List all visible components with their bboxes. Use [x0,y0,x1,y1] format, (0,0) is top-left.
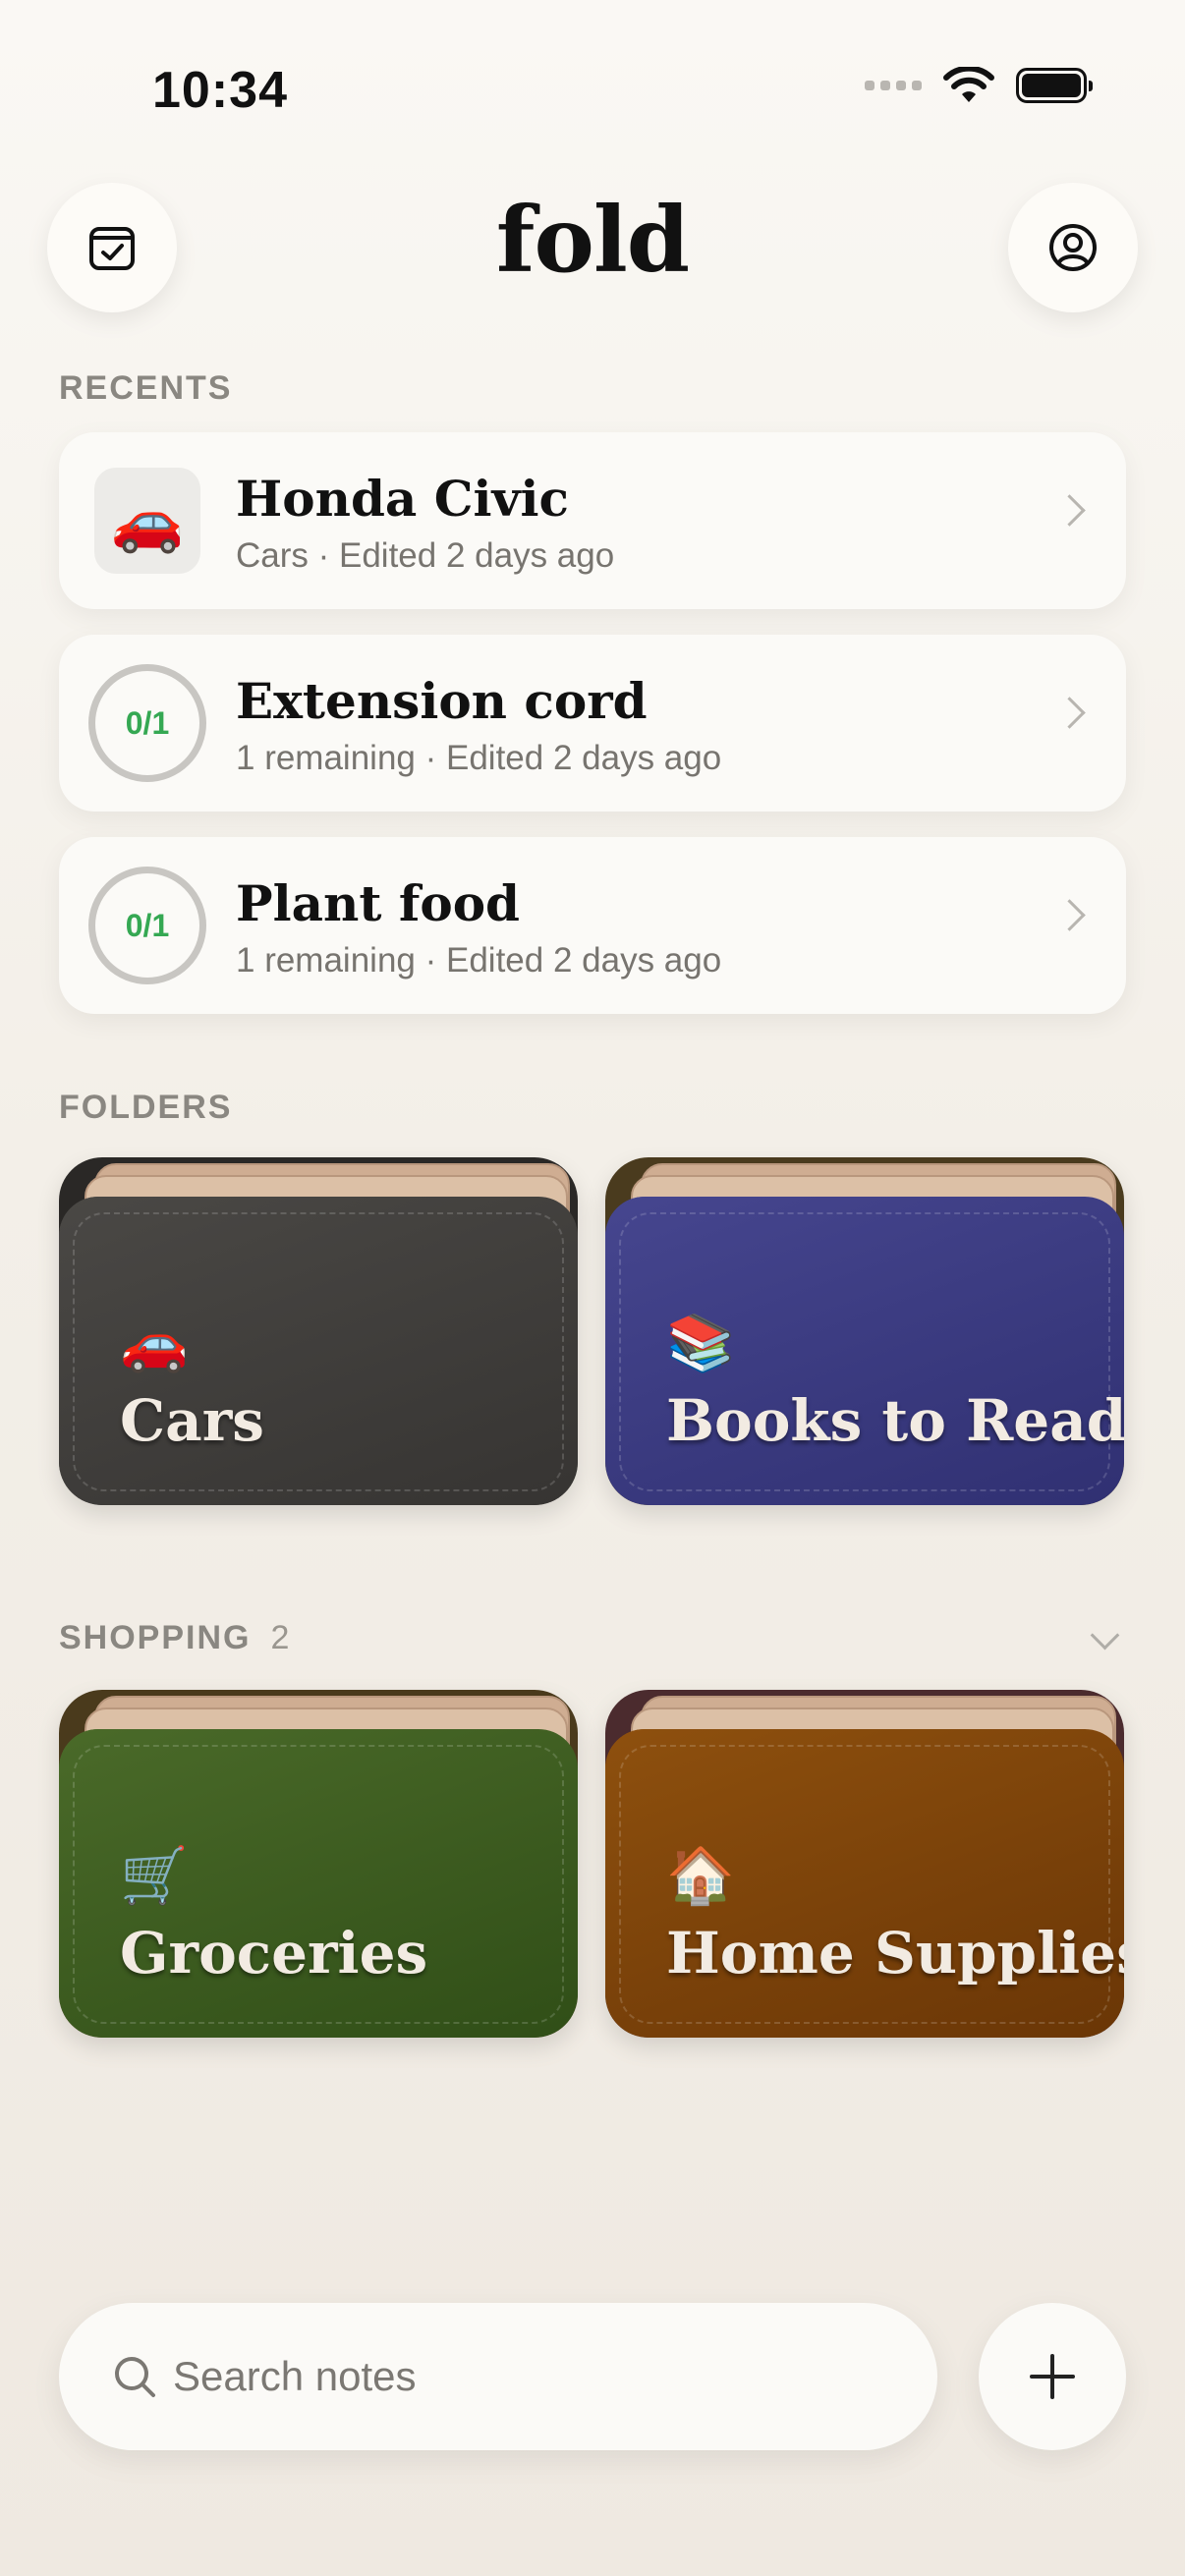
folder-name: Cars [120,1387,264,1454]
folder-emoji: 📚 [666,1312,735,1373]
folder-name: Home Supplies [666,1920,1124,1987]
folder-card-groceries[interactable]: 🛒 Groceries [59,1690,578,2038]
recent-item[interactable]: 0/1 Extension cord 1 remaining · Edited … [59,635,1126,812]
folder-emoji: 🛒 [120,1844,189,1906]
recent-title: Honda Civic [236,470,569,528]
recent-item[interactable]: 0/1 Plant food 1 remaining · Edited 2 da… [59,837,1126,1014]
recent-emoji-thumbnail: 🚗 [94,468,200,574]
chevron-right-icon [1053,697,1086,729]
chevron-right-icon [1053,494,1086,527]
shopping-count: 2 [270,1619,290,1656]
status-icons [865,67,1093,104]
recents-section-label: RECENTS [59,369,233,407]
status-time: 10:34 [152,62,288,119]
recent-subtitle: 1 remaining · Edited 2 days ago [236,941,722,980]
shopping-label-text: SHOPPING [59,1619,252,1656]
recent-subtitle: Cars · Edited 2 days ago [236,536,615,575]
folder-name: Books to Read [666,1387,1124,1454]
folder-card-cars[interactable]: 🚗 Cars [59,1157,578,1505]
profile-button[interactable] [1008,183,1138,312]
search-icon [115,2357,155,2397]
recent-item[interactable]: 🚗 Honda Civic Cars · Edited 2 days ago [59,432,1126,609]
cellular-signal-icon [865,81,922,90]
progress-ring: 0/1 [88,867,206,984]
wifi-icon [943,67,994,102]
progress-ring: 0/1 [88,664,206,782]
recent-title: Extension cord [236,672,648,730]
chevron-down-icon[interactable] [1090,1620,1120,1651]
search-bar[interactable]: Search notes [59,2303,937,2450]
add-button[interactable] [979,2303,1126,2450]
folders-section-label: FOLDERS [59,1089,233,1126]
folder-emoji: 🏠 [666,1844,735,1906]
folder-card-home-supplies[interactable]: 🏠 Home Supplies [605,1690,1124,2038]
app-title: fold [495,187,690,293]
recent-subtitle: 1 remaining · Edited 2 days ago [236,739,722,777]
battery-icon [1016,68,1093,103]
folder-card-books-to-read[interactable]: 📚 Books to Read [605,1157,1124,1505]
shopping-section-label[interactable]: SHOPPING 2 [59,1619,289,1657]
folder-emoji: 🚗 [120,1312,189,1373]
search-input[interactable]: Search notes [173,2353,417,2400]
recent-title: Plant food [236,874,521,932]
user-circle-icon [1049,224,1097,271]
folder-name: Groceries [120,1920,428,1987]
chevron-right-icon [1053,899,1086,931]
